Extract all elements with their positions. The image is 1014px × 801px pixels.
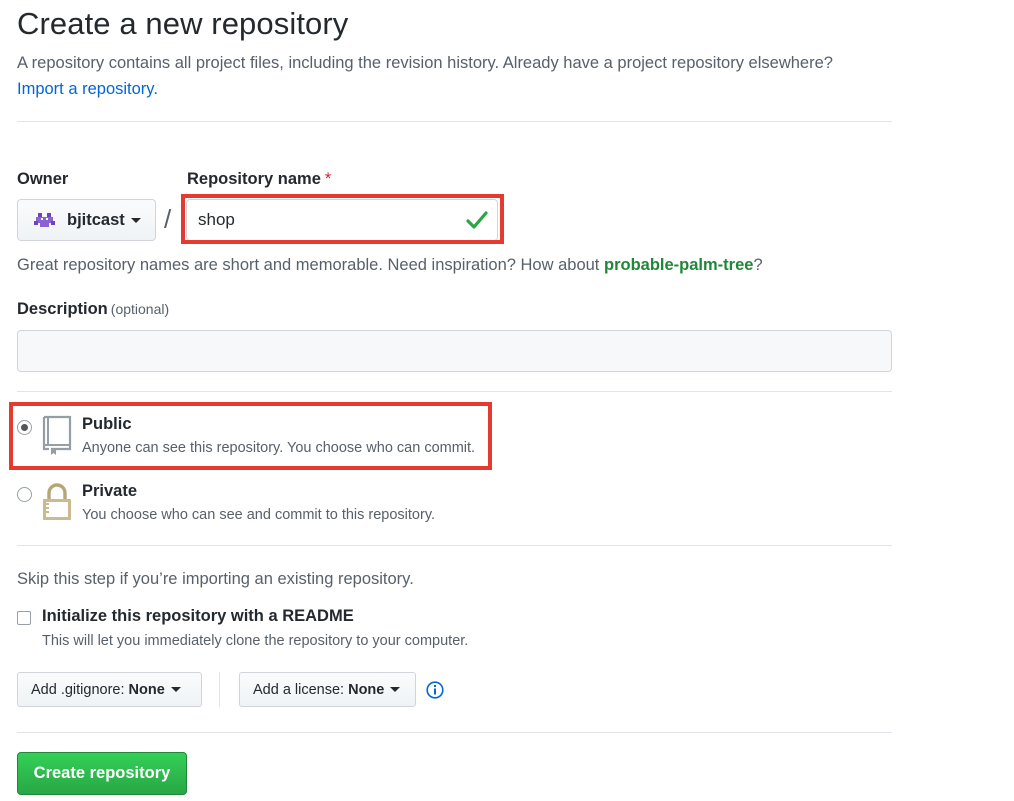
repo-name-label-text: Repository name [187,170,321,188]
divider [17,121,892,122]
create-repository-button[interactable]: Create repository [17,752,187,795]
license-select-button[interactable]: Add a license: None [239,672,416,707]
gitignore-value: None [128,681,165,698]
hint-text: Great repository names are short and mem… [17,256,600,274]
owner-avatar-icon [34,212,55,227]
repo-book-icon [42,415,72,455]
gitignore-select-button[interactable]: Add .gitignore: None [17,672,202,707]
optional-note: (optional) [110,301,170,317]
hint-end: ? [753,256,763,274]
owner-name: bjitcast [67,210,125,229]
chevron-down-icon [390,687,401,692]
chevron-down-icon [130,217,141,223]
required-mark: * [324,170,332,188]
public-radio[interactable] [17,420,32,435]
private-radio[interactable] [17,487,32,502]
owner-select-button[interactable]: bjitcast [17,199,156,241]
gitignore-label: Add .gitignore: [31,681,125,698]
divider [17,391,892,392]
license-label: Add a license: [253,681,345,698]
private-title: Private [82,482,138,500]
public-option-highlight-box [9,402,492,470]
public-description: Anyone can see this repository. You choo… [82,440,476,456]
valid-check-icon [466,211,488,229]
chevron-down-icon [170,687,181,692]
subtitle-text: A repository contains all project files,… [17,54,833,72]
name-hint: Great repository names are short and mem… [17,256,763,275]
description-label: Description (optional) [17,300,169,319]
description-label-text: Description [17,300,108,318]
license-value: None [348,681,385,698]
page-title: Create a new repository [17,6,349,41]
owner-repo-separator: / [164,204,172,234]
name-suggestion[interactable]: probable-palm-tree [604,256,753,274]
private-description: You choose who can see and commit to thi… [82,507,436,523]
repo-name-label: Repository name * [187,170,331,189]
lock-icon [43,483,71,520]
repository-name-input[interactable] [186,199,498,241]
page-subtitle: A repository contains all project files,… [17,50,897,102]
import-repository-link[interactable]: Import a repository. [17,80,158,98]
public-title: Public [82,415,132,433]
select-divider [219,672,220,707]
readme-title: Initialize this repository with a README [42,607,354,625]
divider [17,732,892,733]
readme-checkbox[interactable] [17,611,31,625]
owner-label: Owner [17,170,69,188]
info-icon[interactable] [426,681,444,699]
description-input[interactable] [17,330,892,372]
divider [17,545,892,546]
skip-note: Skip this step if you’re importing an ex… [17,570,414,588]
readme-description: This will let you immediately clone the … [42,633,469,649]
